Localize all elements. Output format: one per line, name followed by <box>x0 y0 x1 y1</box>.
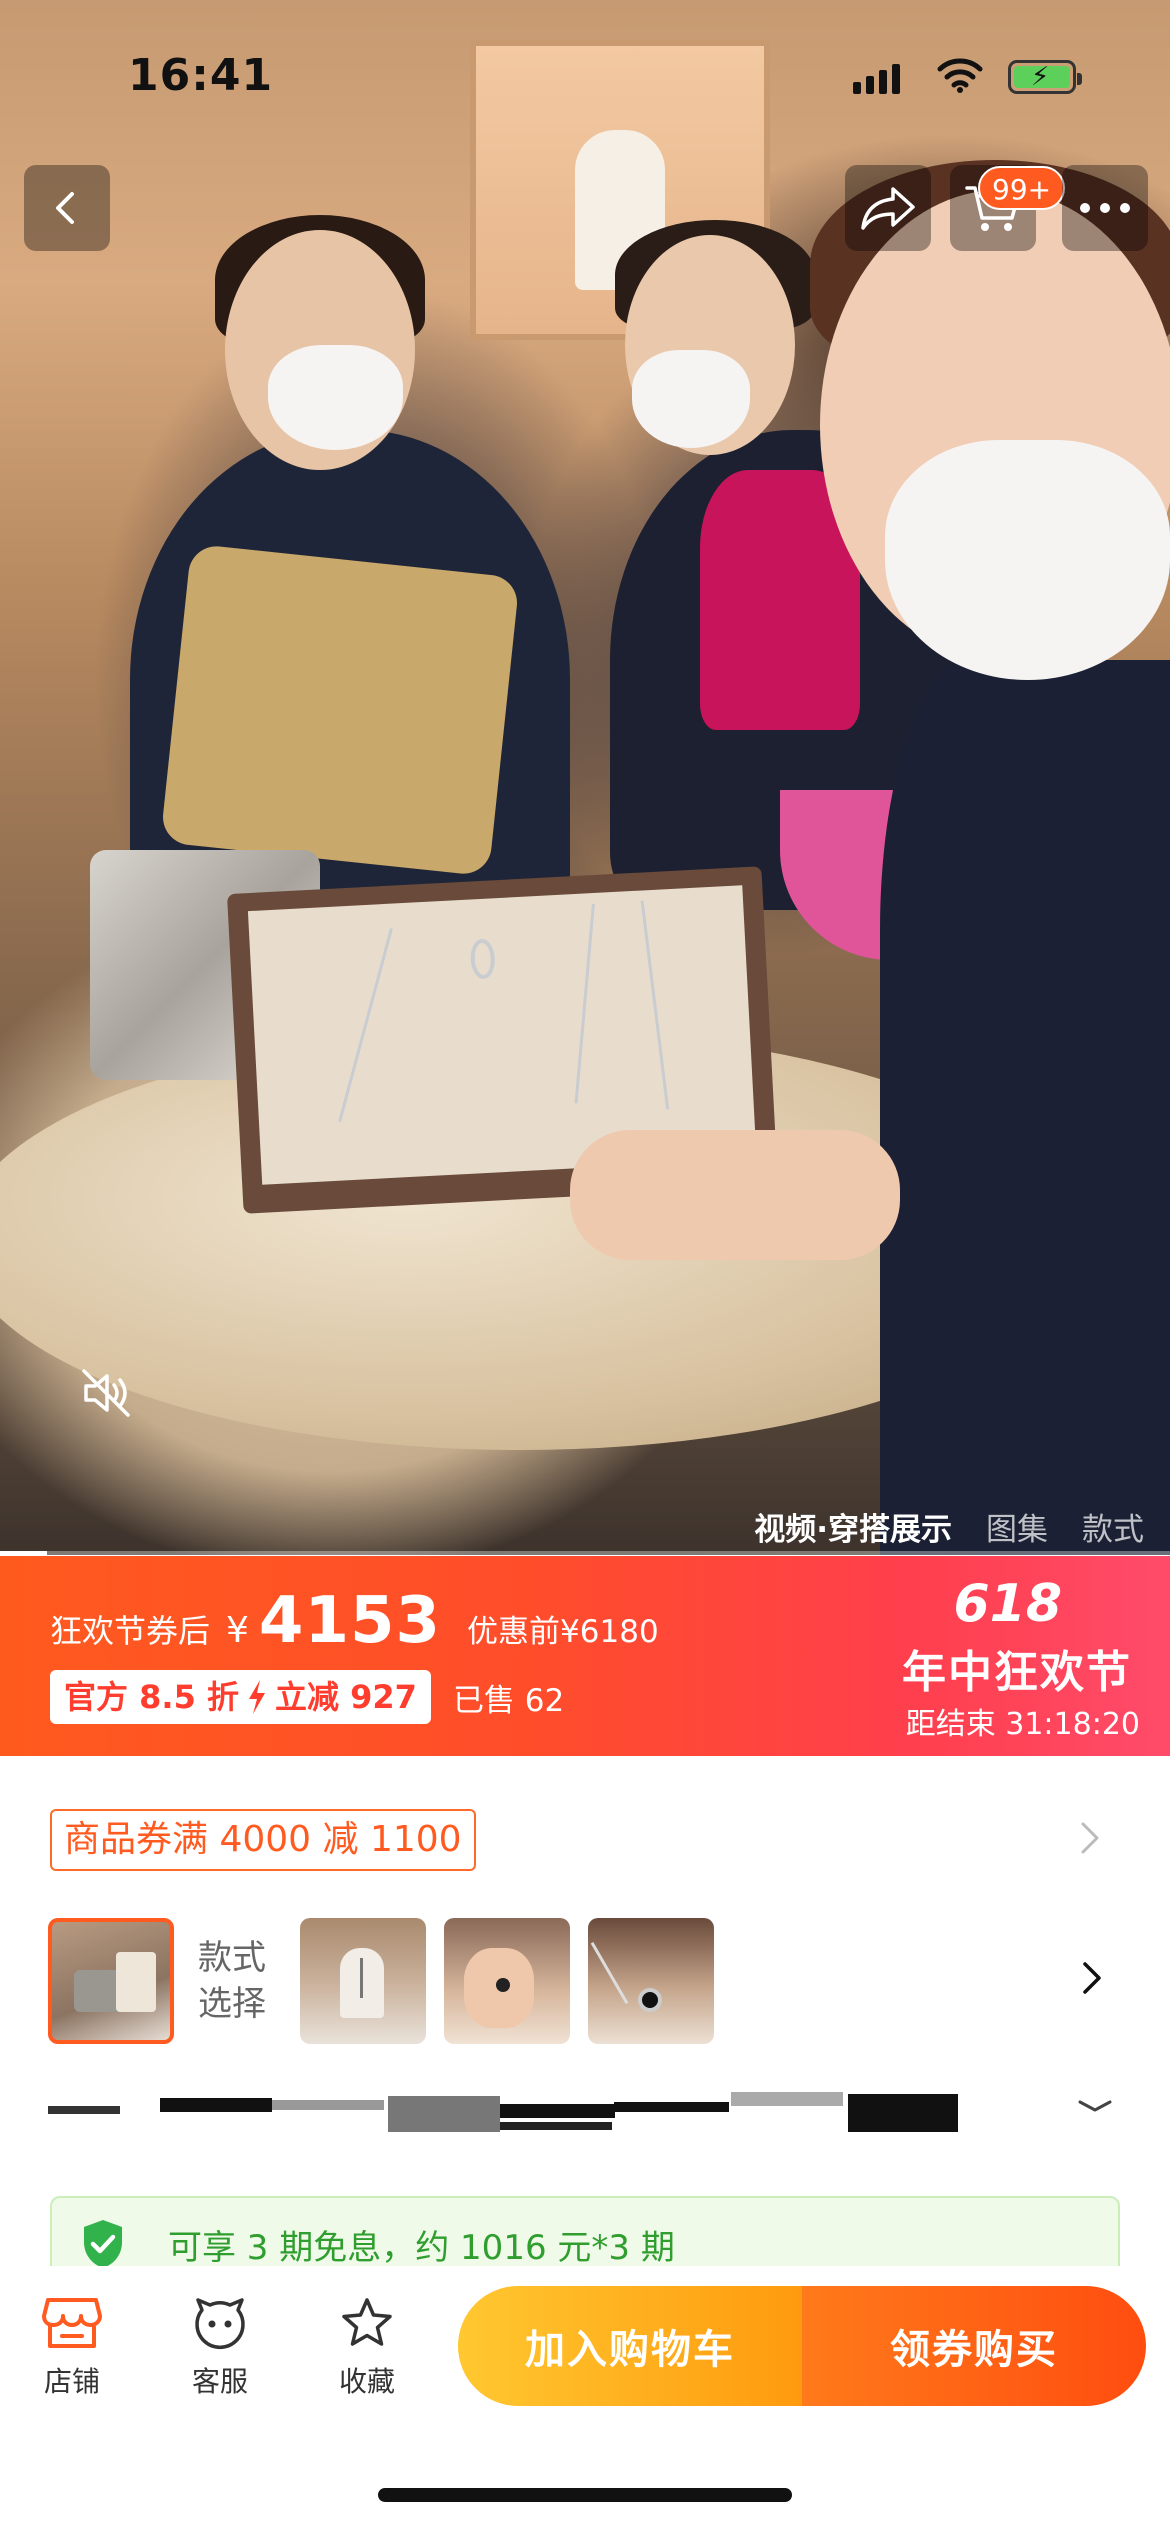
installment-text: 可享 3 期免息，约 1016 元*3 期 <box>168 2228 675 2268</box>
more-button[interactable] <box>1062 165 1148 251</box>
variant-thumbnail[interactable] <box>300 1918 426 2044</box>
wifi-icon <box>936 56 984 98</box>
discount-amount: 立减 927 <box>274 1678 417 1716</box>
share-button[interactable] <box>845 165 931 251</box>
variant-selector: 款式 选择 <box>48 1918 714 2044</box>
event-name: 年中狂欢节 <box>902 1647 1132 1698</box>
necklace-chain <box>574 903 595 1104</box>
gold-pillow <box>160 543 520 877</box>
variant-chevron-right-icon[interactable] <box>1080 1960 1104 2000</box>
share-icon <box>861 187 915 230</box>
favorite-button[interactable]: 收藏 <box>307 2296 427 2400</box>
coupon-chevron-right-icon[interactable] <box>1078 1820 1102 1860</box>
more-icon <box>1080 203 1130 213</box>
home-indicator <box>378 2488 792 2502</box>
shop-label: 店铺 <box>43 2365 100 2398</box>
sold-count: 已售 62 <box>452 1682 565 1719</box>
video-progress-fill <box>0 1551 47 1555</box>
hand <box>570 1130 900 1260</box>
shop-icon <box>42 2298 102 2348</box>
necklace-chain <box>338 928 393 1123</box>
shop-button[interactable]: 店铺 <box>12 2296 132 2400</box>
cart-count-badge: 99+ <box>978 166 1066 210</box>
status-bar: 16:41 ⚡ <box>0 0 1170 150</box>
redacted-spec-line <box>48 2090 958 2138</box>
variant-thumbnail[interactable] <box>444 1918 570 2044</box>
ring <box>469 938 496 980</box>
necklace-chain <box>640 900 670 1110</box>
star-icon <box>342 2298 392 2346</box>
battery-icon: ⚡ <box>1008 60 1082 94</box>
currency-symbol: ¥ <box>226 1610 249 1651</box>
video-progress-bar[interactable] <box>0 1551 1170 1555</box>
add-to-cart-button[interactable]: 加入购物车 <box>458 2286 802 2406</box>
status-time: 16:41 <box>128 50 274 101</box>
media-tabs: 视频·穿搭展示 图集 款式 <box>754 1504 1144 1549</box>
person-right-body <box>880 660 1170 1555</box>
price-banner: 狂欢节券后 ¥ 4153 优惠前¥6180 官方 8.5 折 立减 927 已售… <box>0 1556 1170 1756</box>
service-label: 客服 <box>191 2365 248 2398</box>
mute-icon[interactable] <box>78 1365 134 1425</box>
coupon-tag[interactable]: 商品券满 4000 减 1100 <box>50 1809 476 1871</box>
tab-gallery[interactable]: 图集 <box>986 1504 1048 1549</box>
charging-bolt-icon: ⚡ <box>1031 62 1050 92</box>
bolt-icon <box>248 1680 265 1714</box>
back-button[interactable] <box>24 165 110 251</box>
sale-price: 4153 <box>258 1584 442 1658</box>
back-icon <box>56 192 74 224</box>
face-mask <box>885 440 1170 680</box>
discount-pill: 官方 8.5 折 立减 927 <box>50 1670 431 1724</box>
price-prefix: 狂欢节券后 <box>50 1612 211 1650</box>
tab-video[interactable]: 视频·穿搭展示 <box>754 1504 952 1549</box>
discount-rate: 官方 8.5 折 <box>64 1678 239 1716</box>
variant-thumbnail[interactable] <box>588 1918 714 2044</box>
original-price: 优惠前¥6180 <box>467 1614 659 1650</box>
customer-service-button[interactable]: 客服 <box>160 2296 280 2400</box>
favorite-label: 收藏 <box>338 2365 395 2398</box>
expand-chevron-down-icon[interactable] <box>1076 2096 1114 2120</box>
cellular-signal-icon <box>853 64 900 94</box>
face-mask <box>632 350 750 448</box>
tab-styles[interactable]: 款式 <box>1082 1504 1144 1549</box>
variant-label: 款式 选择 <box>198 1938 266 2024</box>
variant-thumbnail-selected[interactable] <box>48 1918 174 2044</box>
face-mask <box>268 345 403 450</box>
shield-check-icon <box>84 2220 122 2268</box>
event-number: 618 <box>953 1574 1062 1634</box>
buy-with-coupon-button[interactable]: 领券购买 <box>802 2286 1146 2406</box>
event-countdown: 距结束 31:18:20 <box>905 1707 1140 1742</box>
service-icon <box>195 2298 245 2350</box>
